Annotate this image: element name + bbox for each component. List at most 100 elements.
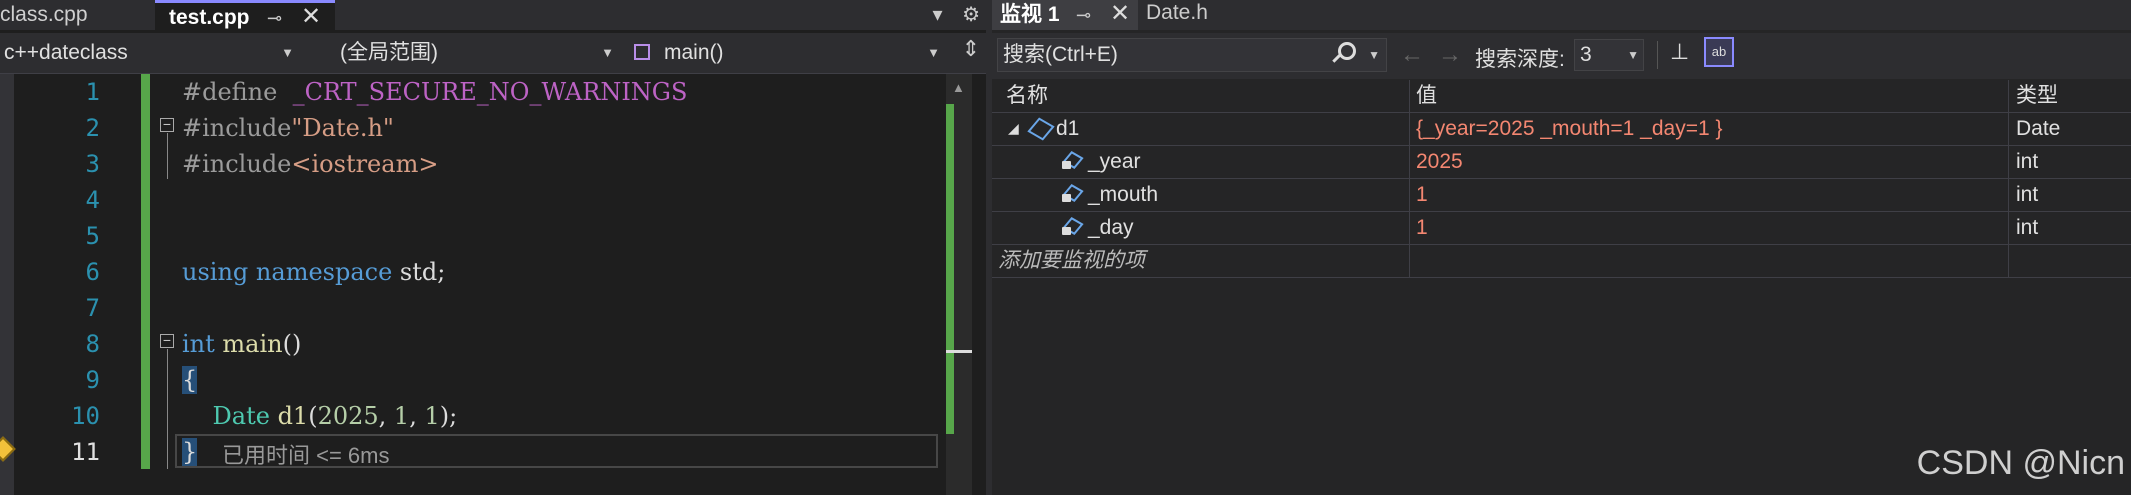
fold-guide	[167, 349, 168, 469]
code-line-10: Date d1(2025, 1, 1);	[182, 398, 942, 434]
split-view-icon[interactable]: ⇕	[962, 36, 980, 62]
scope-dropdown[interactable]: (全局范围) ▼	[308, 37, 620, 69]
line-number: 9	[85, 366, 100, 394]
scope-label: (全局范围)	[340, 41, 438, 64]
tab-class-cpp[interactable]: class.cpp	[0, 0, 155, 30]
column-divider[interactable]	[2008, 80, 2009, 112]
column-divider	[2008, 146, 2009, 178]
watch-row[interactable]: _mouth 1 int	[992, 179, 2131, 212]
fold-guide	[167, 133, 168, 179]
code-line-2: #include"Date.h"	[182, 110, 942, 146]
pin-icon[interactable]: ⊥	[1670, 39, 1689, 65]
column-divider	[2008, 212, 2009, 244]
tab-watch-1[interactable]: 监视 1 ⊸ ✕	[992, 0, 1138, 30]
collapse-icon[interactable]: −	[160, 333, 174, 348]
code-editor: class.cpp test.cpp ⊸ ✕ ▾ ⚙ c++dateclass …	[0, 0, 986, 495]
pin-icon[interactable]: ⊸	[1076, 1, 1091, 30]
line-numbers: 1 2 3 4 5 6 7 8 9 10 11	[30, 74, 100, 470]
watch-type-cell: int	[2016, 216, 2039, 239]
keyword: namespace	[255, 258, 393, 286]
matched-brace: {	[182, 366, 198, 394]
collapse-icon[interactable]: −	[160, 117, 174, 132]
watch-value-cell[interactable]: {_year=2025 _mouth=1 _day=1 }	[1416, 113, 1723, 144]
search-nav-arrows[interactable]: ←→	[1400, 41, 1476, 69]
chevron-down-icon: ▼	[1627, 48, 1639, 62]
member-dropdown[interactable]: main() ▼	[628, 37, 946, 69]
add-watch-row[interactable]: 添加要监视的项	[992, 245, 2131, 278]
search-depth-value: 3	[1580, 43, 1592, 66]
watch-name-cell: _year	[1062, 146, 1141, 177]
number-literal: 1	[393, 402, 410, 430]
tab-dropdown-icon[interactable]: ▾	[932, 4, 942, 26]
punctuation: ,	[378, 402, 394, 430]
watch-name-cell: _day	[1062, 212, 1134, 243]
code-line-3: #include<iostream>	[182, 146, 942, 182]
close-icon[interactable]: ✕	[1110, 0, 1130, 28]
line-number: 7	[85, 294, 100, 322]
search-input[interactable]: 搜索(Ctrl+E) ▼	[997, 38, 1387, 72]
search-icon[interactable]	[1338, 42, 1356, 60]
code-line-9: {	[182, 362, 942, 398]
keyword: int	[182, 330, 215, 358]
column-divider	[2008, 179, 2009, 211]
column-header-type[interactable]: 类型	[2016, 80, 2058, 112]
watch-name-cell: _mouth	[1062, 179, 1158, 210]
macro-name: _CRT_SECURE_NO_WARNINGS	[292, 78, 688, 106]
search-depth-select[interactable]: 3 ▼	[1574, 39, 1644, 71]
code-line-8: int main()	[182, 326, 942, 362]
code-text[interactable]: #define _CRT_SECURE_NO_WARNINGS #include…	[182, 74, 942, 470]
tab-label: test.cpp	[169, 6, 250, 29]
close-icon[interactable]: ✕	[301, 2, 321, 31]
punctuation: );	[439, 402, 458, 430]
add-watch-placeholder[interactable]: 添加要监视的项	[998, 245, 1145, 276]
watch-row[interactable]: _year 2025 int	[992, 146, 2131, 179]
perf-tip[interactable]: 已用时间 <= 6ms	[222, 438, 389, 470]
watch-value-cell[interactable]: 1	[1416, 179, 1428, 210]
line-number: 10	[71, 402, 100, 430]
breakpoint-margin[interactable]	[0, 74, 14, 495]
scrollbar-thumb[interactable]	[946, 350, 972, 353]
watch-row[interactable]: _day 1 int	[992, 212, 2131, 245]
collapse-triangle-icon[interactable]: ◢	[1008, 113, 1019, 144]
column-header-name[interactable]: 名称	[1006, 80, 1048, 112]
preprocessor-directive: #define	[182, 78, 278, 106]
column-divider[interactable]	[1409, 80, 1410, 112]
tab-label: class.cpp	[0, 3, 88, 26]
chevron-down-icon: ▼	[281, 45, 294, 60]
navigation-bar: c++dateclass ▼ (全局范围) ▼ main() ▼ ⇕	[0, 33, 986, 74]
number-literal: 2025	[317, 402, 379, 430]
watch-row[interactable]: ◢ d1 {_year=2025 _mouth=1 _day=1 } Date	[992, 113, 2131, 146]
tab-date-h[interactable]: Date.h	[1146, 0, 1208, 30]
tab-test-cpp[interactable]: test.cpp ⊸ ✕	[155, 0, 335, 30]
preprocessor-directive: #include	[182, 114, 292, 142]
gear-icon[interactable]: ⚙	[962, 4, 980, 26]
column-divider	[1409, 146, 1410, 178]
private-field-icon	[1062, 217, 1082, 237]
column-divider	[2008, 113, 2009, 145]
chevron-down-icon: ▼	[927, 45, 940, 60]
watch-value-cell[interactable]: 2025	[1416, 146, 1463, 177]
chevron-down-icon[interactable]: ▼	[1368, 39, 1380, 71]
vertical-scrollbar[interactable]: ▲	[946, 74, 972, 495]
project-dropdown[interactable]: c++dateclass ▼	[4, 37, 300, 69]
scroll-up-icon[interactable]: ▲	[952, 80, 965, 95]
private-field-icon	[1062, 184, 1082, 204]
column-header-value[interactable]: 值	[1416, 80, 1437, 112]
private-field-icon	[1062, 151, 1082, 171]
preprocessor-directive: #include	[182, 150, 292, 178]
number-literal: 1	[424, 402, 440, 430]
search-depth-label: 搜索深度:	[1475, 48, 1565, 71]
pin-icon[interactable]: ⊸	[267, 4, 282, 33]
column-divider	[1409, 113, 1410, 145]
view-as-text-icon[interactable]: ab	[1704, 37, 1734, 67]
line-number: 3	[85, 150, 100, 178]
watch-name: _mouth	[1088, 183, 1159, 206]
watch-value-cell[interactable]: 1	[1416, 212, 1428, 243]
watch-type-cell: Date	[2016, 117, 2061, 140]
line-number: 6	[85, 258, 100, 286]
search-placeholder: 搜索(Ctrl+E)	[1003, 43, 1118, 66]
variable-name: d1	[277, 402, 309, 430]
column-divider	[1409, 179, 1410, 211]
